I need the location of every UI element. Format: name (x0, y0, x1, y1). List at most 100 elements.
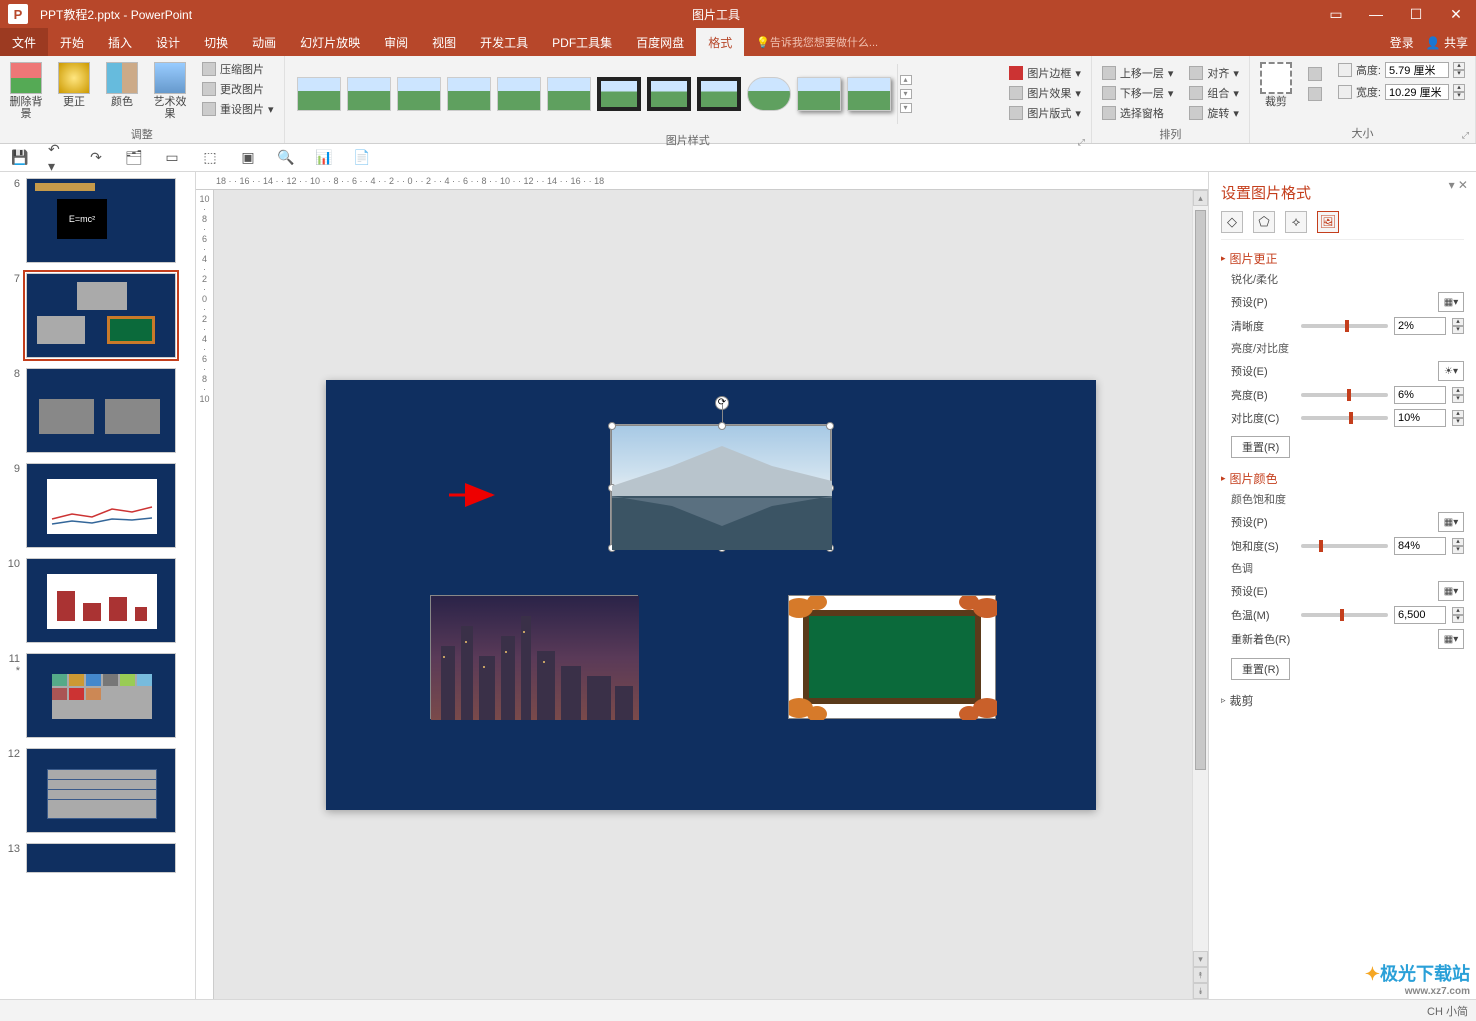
align-button[interactable]: 对齐 ▾ (1185, 64, 1243, 82)
picture-mountain[interactable]: ⟳ (611, 425, 831, 549)
artistic-effects-button[interactable]: 艺术效果 (148, 58, 192, 124)
contrast-input[interactable] (1394, 409, 1446, 427)
slide-thumbnail-8[interactable] (26, 368, 176, 453)
next-slide-button[interactable]: ⯯ (1193, 983, 1208, 999)
picture-border-button[interactable]: 图片边框 ▾ (1005, 64, 1085, 82)
qat-btn-4[interactable]: 🗂 (124, 148, 144, 168)
saturation-input[interactable] (1394, 537, 1446, 555)
style-thumb[interactable] (347, 77, 391, 111)
reset-picture-button[interactable]: 重设图片 ▾ (198, 100, 278, 118)
style-thumb[interactable] (747, 77, 791, 111)
section-crop[interactable]: ▹裁剪 (1221, 692, 1464, 709)
undo-icon[interactable]: ↶ ▾ (48, 148, 68, 168)
picture-style-gallery[interactable]: ▴▾▾ (289, 58, 1000, 130)
sharpen-preset-dropdown[interactable]: ▦▾ (1438, 292, 1464, 312)
lock-aspect-icon[interactable] (1304, 66, 1326, 82)
brightness-input[interactable] (1394, 386, 1446, 404)
remove-background-button[interactable]: 删除背景 (4, 58, 48, 124)
sign-in-link[interactable]: 登录 (1390, 34, 1414, 51)
saturation-preset-dropdown[interactable]: ▦▾ (1438, 512, 1464, 532)
tab-view[interactable]: 视图 (420, 28, 468, 56)
height-spin-up[interactable]: ▴ (1453, 62, 1465, 70)
maximize-button[interactable]: ☐ (1396, 0, 1436, 28)
tab-fill-line-icon[interactable]: ◇ (1221, 211, 1243, 233)
qat-btn-9[interactable]: 📊 (314, 148, 334, 168)
spin-down[interactable]: ▾ (1452, 418, 1464, 426)
tab-animations[interactable]: 动画 (240, 28, 288, 56)
tell-me-search[interactable]: 💡 告诉我您想要做什么... (756, 28, 878, 56)
style-thumb[interactable] (497, 77, 541, 111)
tab-transitions[interactable]: 切换 (192, 28, 240, 56)
crop-button[interactable]: 裁剪 (1254, 58, 1298, 112)
pane-options-icon[interactable]: ▾ ✕ (1449, 178, 1468, 192)
qat-btn-7[interactable]: ▣ (238, 148, 258, 168)
slide-thumbnail-6[interactable]: E=mc² (26, 178, 176, 263)
qat-btn-8[interactable]: 🔍 (276, 148, 296, 168)
change-picture-button[interactable]: 更改图片 (198, 80, 278, 98)
spin-down[interactable]: ▾ (1452, 395, 1464, 403)
height-input[interactable] (1385, 62, 1449, 78)
reset-corrections-button[interactable]: 重置(R) (1231, 436, 1290, 458)
tab-slideshow[interactable]: 幻灯片放映 (288, 28, 372, 56)
section-picture-corrections[interactable]: ▸图片更正 (1221, 250, 1464, 267)
height-spin-down[interactable]: ▾ (1453, 70, 1465, 78)
tone-preset-dropdown[interactable]: ▦▾ (1438, 581, 1464, 601)
spin-up[interactable]: ▴ (1452, 410, 1464, 418)
picture-effects-button[interactable]: 图片效果 ▾ (1005, 84, 1085, 102)
picture-chalkboard[interactable] (788, 595, 996, 719)
contrast-slider[interactable] (1301, 416, 1388, 420)
send-backward-button[interactable]: 下移一层 ▾ (1098, 84, 1178, 102)
spin-down[interactable]: ▾ (1452, 326, 1464, 334)
tab-picture-icon[interactable]: 🖼 (1317, 211, 1339, 233)
tab-picture-format[interactable]: 格式 (696, 28, 744, 56)
picture-cityscape[interactable] (430, 595, 638, 719)
tab-home[interactable]: 开始 (48, 28, 96, 56)
width-spin-up[interactable]: ▴ (1453, 84, 1465, 92)
slide-thumbnail-7[interactable] (26, 273, 176, 358)
ribbon-display-button[interactable]: ▭ (1316, 0, 1356, 28)
style-thumb[interactable] (447, 77, 491, 111)
tab-insert[interactable]: 插入 (96, 28, 144, 56)
saturation-slider[interactable] (1301, 544, 1388, 548)
style-thumb[interactable] (797, 77, 841, 111)
tab-file[interactable]: 文件 (0, 28, 48, 56)
sharpness-slider[interactable] (1301, 324, 1388, 328)
style-thumb[interactable] (697, 77, 741, 111)
brightness-slider[interactable] (1301, 393, 1388, 397)
scroll-thumb[interactable] (1195, 210, 1206, 770)
spin-up[interactable]: ▴ (1452, 607, 1464, 615)
slide-thumbnail-pane[interactable]: 6 E=mc² 7 8 9 10 (0, 172, 196, 999)
spin-down[interactable]: ▾ (1452, 615, 1464, 623)
slide-canvas-wrap[interactable]: ⟳ (214, 190, 1208, 999)
recolor-dropdown[interactable]: ▦▾ (1438, 629, 1464, 649)
width-spin-down[interactable]: ▾ (1453, 92, 1465, 100)
style-thumb[interactable] (647, 77, 691, 111)
style-thumb[interactable] (547, 77, 591, 111)
slide-thumbnail-10[interactable] (26, 558, 176, 643)
style-thumb[interactable] (397, 77, 441, 111)
qat-btn-5[interactable]: ▭ (162, 148, 182, 168)
share-button[interactable]: 👤 共享 (1426, 34, 1468, 51)
spin-down[interactable]: ▾ (1452, 546, 1464, 554)
ime-indicator[interactable]: CH 小简 (1427, 1003, 1468, 1019)
tab-pdf-tools[interactable]: PDF工具集 (540, 28, 624, 56)
qat-btn-6[interactable]: ⬚ (200, 148, 220, 168)
scroll-up-button[interactable]: ▴ (1193, 190, 1208, 206)
tab-size-properties-icon[interactable]: ⟡ (1285, 211, 1307, 233)
tab-design[interactable]: 设计 (144, 28, 192, 56)
reset-color-button[interactable]: 重置(R) (1231, 658, 1290, 680)
vertical-scrollbar[interactable]: ▴ ▾ ⯭ ⯯ (1192, 190, 1208, 999)
spin-up[interactable]: ▴ (1452, 318, 1464, 326)
close-button[interactable]: ✕ (1436, 0, 1476, 28)
dialog-launcher-icon[interactable]: ⤢ (1078, 137, 1085, 148)
scroll-down-button[interactable]: ▾ (1193, 951, 1208, 967)
slide-thumbnail-11[interactable] (26, 653, 176, 738)
style-thumb[interactable] (297, 77, 341, 111)
width-input[interactable] (1385, 84, 1449, 100)
qat-btn-10[interactable]: 📄 (352, 148, 372, 168)
rotate-button[interactable]: 旋转 ▾ (1185, 104, 1243, 122)
prev-slide-button[interactable]: ⯭ (1193, 967, 1208, 983)
tab-review[interactable]: 审阅 (372, 28, 420, 56)
redo-icon[interactable]: ↷ (86, 148, 106, 168)
group-objects-button[interactable]: 组合 ▾ (1185, 84, 1243, 102)
